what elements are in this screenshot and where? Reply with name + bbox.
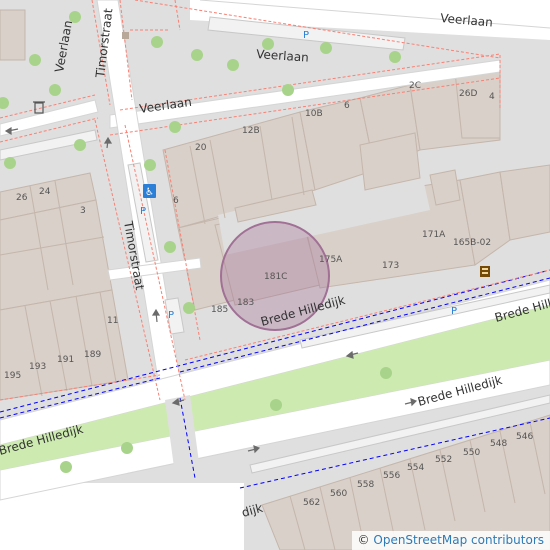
- attribution-link[interactable]: OpenStreetMap contributors: [373, 533, 544, 547]
- map-canvas: ♿ P P P P Veerlaan Veerlaan Veerlaan Vee…: [0, 0, 550, 550]
- house-number: 556: [383, 471, 400, 481]
- house-number: 2C: [409, 81, 421, 91]
- house-number: 171A: [422, 230, 446, 240]
- house-number: 185: [211, 305, 228, 315]
- house-number: 12B: [242, 126, 260, 136]
- house-number: 181C: [264, 272, 287, 282]
- house-number: 191: [57, 355, 74, 365]
- parking-label: P: [451, 306, 457, 317]
- community-icon: [480, 266, 490, 277]
- house-number: 562: [303, 498, 320, 508]
- house-number: 175A: [319, 255, 343, 265]
- copyright-symbol: ©: [357, 533, 370, 547]
- house-number: 6: [173, 196, 179, 206]
- house-number: 554: [407, 463, 424, 473]
- house-number: 10B: [305, 109, 323, 119]
- house-number: 173: [382, 261, 399, 271]
- house-number: 165B-02: [453, 238, 491, 248]
- house-number: 183: [237, 298, 254, 308]
- house-number: 195: [4, 371, 21, 381]
- building: [0, 9, 26, 61]
- house-number: 26: [16, 193, 28, 203]
- house-number: 6: [344, 101, 350, 111]
- house-number: 4: [489, 92, 495, 102]
- svg-text:♿: ♿: [145, 187, 154, 198]
- building-icon: [122, 32, 129, 39]
- house-number: 560: [330, 489, 347, 499]
- house-number: 558: [357, 480, 374, 490]
- map-attribution: © OpenStreetMap contributors: [351, 531, 550, 550]
- house-number: 550: [463, 448, 480, 458]
- house-number: 24: [39, 187, 51, 197]
- parking-label: P: [303, 30, 309, 41]
- house-number: 552: [435, 455, 452, 465]
- house-number: 193: [29, 362, 46, 372]
- house-number: 11: [107, 316, 118, 326]
- map-view[interactable]: ♿ P P P P Veerlaan Veerlaan Veerlaan Vee…: [0, 0, 550, 550]
- house-number: 20: [195, 143, 207, 153]
- house-number: 3: [80, 206, 86, 216]
- parking-label: P: [140, 206, 146, 217]
- bicycle-parking-icon: ♿: [143, 184, 156, 198]
- house-number: 26D: [459, 89, 477, 99]
- house-number: 189: [84, 350, 101, 360]
- parking-label: P: [168, 310, 174, 321]
- house-number: 546: [516, 432, 533, 442]
- house-number: 548: [490, 439, 507, 449]
